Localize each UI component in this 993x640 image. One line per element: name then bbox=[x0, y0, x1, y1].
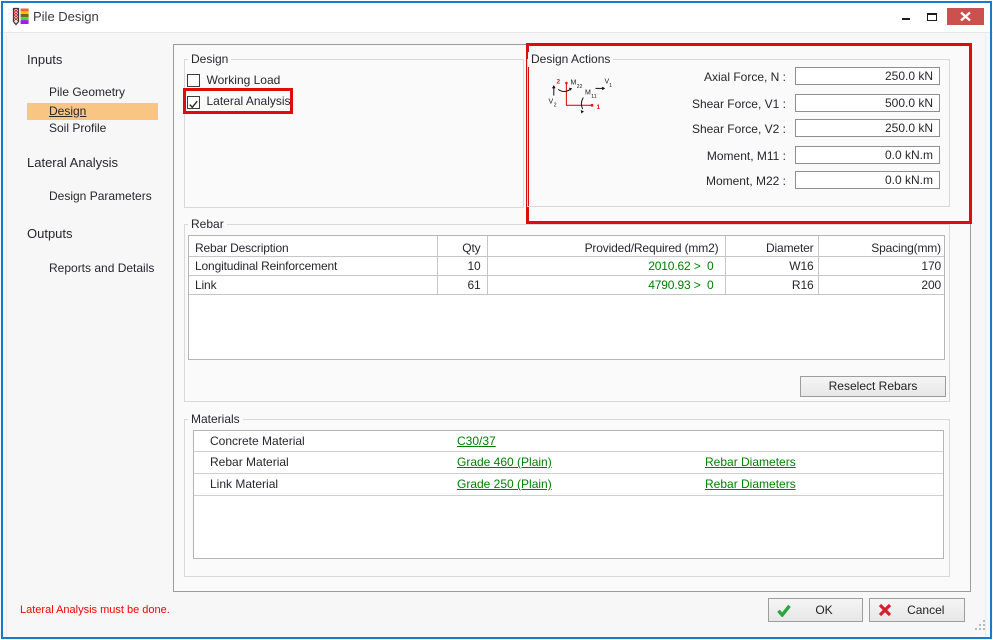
svg-text:2: 2 bbox=[557, 79, 561, 86]
svg-text:1: 1 bbox=[609, 83, 612, 89]
svg-text:V: V bbox=[549, 99, 554, 106]
svg-text:11: 11 bbox=[591, 94, 596, 100]
svg-text:M: M bbox=[571, 80, 577, 87]
svg-text:M: M bbox=[585, 90, 591, 97]
svg-text:22: 22 bbox=[577, 84, 583, 90]
svg-text:1: 1 bbox=[597, 104, 601, 111]
svg-text:2: 2 bbox=[554, 103, 557, 109]
